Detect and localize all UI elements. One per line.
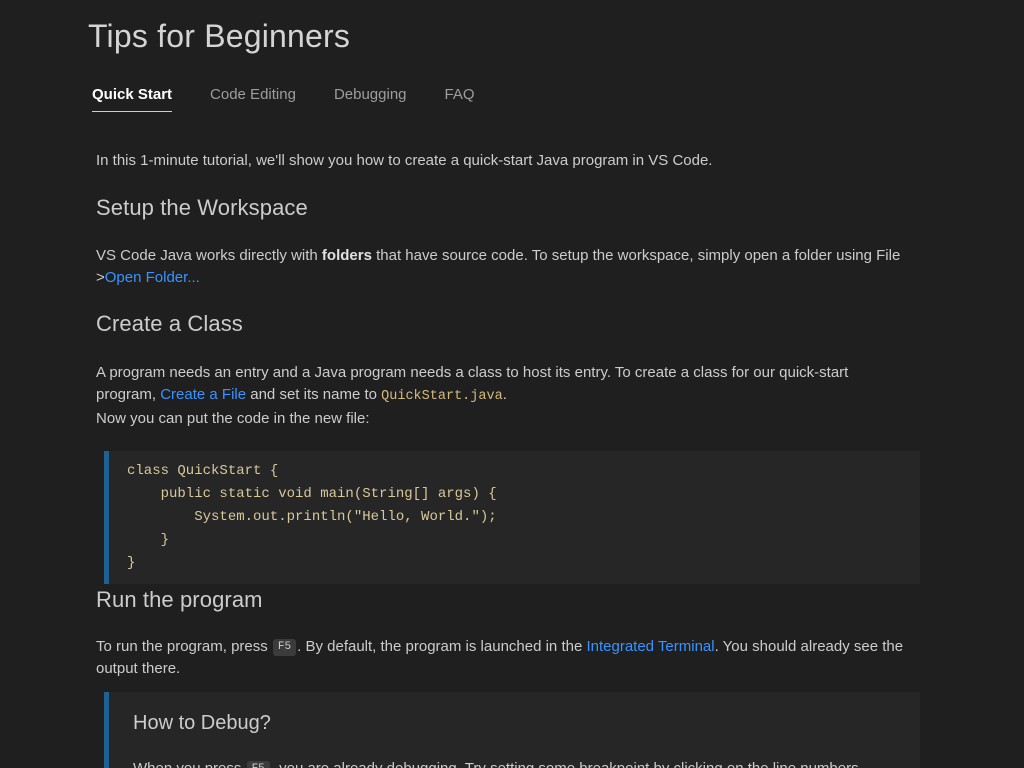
section-run-the-program: Run the program [96,586,924,614]
integrated-terminal-link[interactable]: Integrated Terminal [586,638,714,655]
open-folder-link[interactable]: Open Folder... [105,269,200,286]
class-text-part2: and set its name to [246,386,381,403]
intro-paragraph: In this 1-minute tutorial, we'll show yo… [96,150,924,172]
callout-keycap-f5: F5 [247,761,270,768]
class-text-part4: Now you can put the code in the new file… [96,410,370,427]
setup-text-part1: VS Code Java works directly with [96,247,322,264]
setup-workspace-paragraph: VS Code Java works directly with folders… [96,245,926,289]
page-title: Tips for Beginners [88,14,350,58]
callout-text-part2: , you are already debugging. Try setting… [271,760,859,768]
section-heading-create-a-class: Create a Class [96,310,924,338]
callout-box: How to Debug? When you press F5, you are… [104,692,920,768]
class-text-part3: . [503,386,507,403]
create-a-class-paragraph: A program needs an entry and a Java prog… [96,362,908,430]
section-heading-setup-workspace: Setup the Workspace [96,194,924,222]
how-to-debug-callout: How to Debug? When you press F5, you are… [104,692,920,768]
intro-block: In this 1-minute tutorial, we'll show yo… [96,150,924,172]
section-heading-run-the-program: Run the program [96,586,924,614]
tips-for-beginners-page: Tips for Beginners Quick Start Code Edit… [0,0,1024,768]
tab-code-editing[interactable]: Code Editing [210,86,296,112]
tab-faq[interactable]: FAQ [445,86,475,112]
section-create-a-class: Create a Class [96,310,924,338]
run-the-program-paragraph: To run the program, press F5. By default… [96,636,920,680]
create-a-file-link[interactable]: Create a File [160,386,246,403]
code-block-wrapper: class QuickStart { public static void ma… [104,437,920,598]
run-text-part2: . By default, the program is launched in… [297,638,586,655]
section-setup-workspace: Setup the Workspace [96,194,924,222]
inline-code-quickstart-java: QuickStart.java [381,389,503,404]
tab-debugging[interactable]: Debugging [334,86,407,112]
setup-bold-folders: folders [322,247,372,264]
callout-text-part1: When you press [133,760,246,768]
tab-bar: Quick Start Code Editing Debugging FAQ [92,86,513,112]
callout-title: How to Debug? [133,710,898,736]
tab-quick-start[interactable]: Quick Start [92,86,172,112]
keycap-f5: F5 [273,639,296,656]
java-code-block: class QuickStart { public static void ma… [104,451,920,584]
run-text-part1: To run the program, press [96,638,272,655]
